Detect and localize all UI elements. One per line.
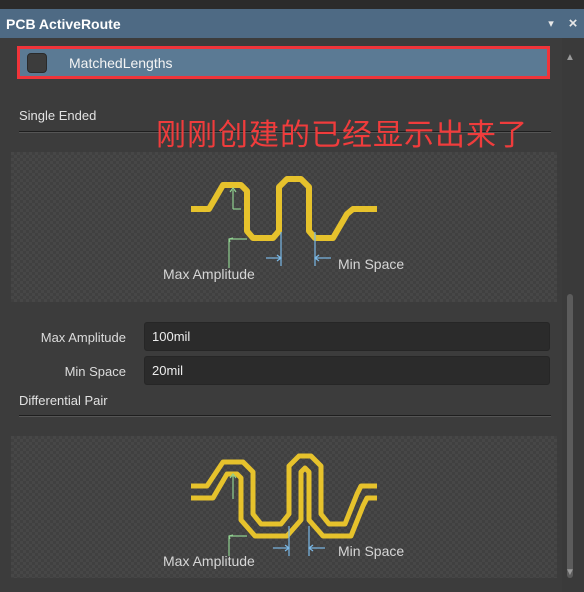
section-label-differential-pair: Differential Pair — [19, 393, 108, 408]
section-label-single-ended: Single Ended — [19, 108, 97, 123]
profile-checkbox[interactable] — [27, 52, 47, 73]
max-amplitude-input[interactable] — [144, 322, 550, 351]
vertical-scrollbar[interactable] — [562, 38, 584, 592]
differential-pair-diagram: Max Amplitude Min Space — [11, 436, 557, 578]
diagram-label-min-space: Min Space — [338, 256, 405, 272]
scroll-down-arrow-icon[interactable]: ▼ — [565, 567, 575, 578]
single-ended-diagram: Max Amplitude Min Space — [11, 152, 557, 302]
max-amplitude-label: Max Amplitude — [40, 330, 126, 345]
profile-row-matched-lengths[interactable]: MatchedLengths — [17, 46, 550, 79]
close-icon[interactable]: × — [562, 15, 584, 32]
diagram-label-max-amplitude: Max Amplitude — [163, 266, 255, 282]
scrollbar-thumb[interactable] — [567, 294, 573, 578]
diagram-label-min-space: Min Space — [338, 543, 405, 559]
differential-pair-trace-svg — [191, 453, 377, 556]
diff-trace-inner — [191, 465, 377, 539]
pcb-activeroute-panel: PCB ActiveRoute ▾ × ▲ ▼ MatchedLengths S… — [0, 0, 584, 592]
section-divider — [19, 415, 551, 417]
annotation-text: 刚刚创建的已经显示出来了 — [156, 118, 528, 153]
panel-titlebar[interactable]: PCB ActiveRoute ▾ × — [0, 9, 584, 38]
panel-title: PCB ActiveRoute — [6, 15, 121, 32]
profile-label: MatchedLengths — [69, 54, 173, 71]
scroll-up-arrow-icon[interactable]: ▲ — [565, 52, 575, 63]
min-space-label: Min Space — [64, 364, 126, 379]
single-ended-trace-svg — [191, 176, 377, 268]
single-ended-trace — [191, 176, 377, 241]
min-space-input[interactable] — [144, 356, 550, 385]
chevron-down-icon[interactable]: ▾ — [540, 17, 562, 30]
diagram-label-max-amplitude: Max Amplitude — [163, 553, 255, 569]
top-border — [0, 0, 584, 9]
